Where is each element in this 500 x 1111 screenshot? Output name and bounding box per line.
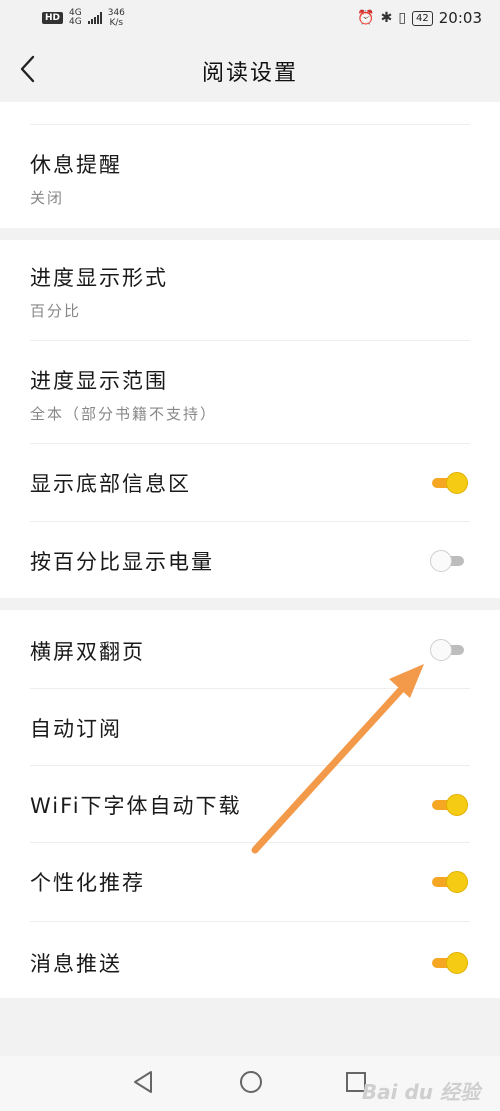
wifi-font-download-toggle[interactable] [430, 793, 468, 817]
system-nav-bar: Bai du 经验 [0, 1056, 500, 1111]
clock: 20:03 [438, 9, 482, 27]
app-header: 阅读设置 [0, 36, 500, 102]
network-type: 4G 4G [69, 8, 82, 27]
alarm-icon: ⏰ [357, 10, 375, 26]
toggle-knob [446, 794, 468, 816]
setting-show-footer[interactable]: 显示底部信息区 [0, 444, 500, 520]
setting-label: 个性化推荐 [30, 871, 145, 895]
personalized-toggle[interactable] [430, 870, 468, 894]
nav-back-icon[interactable] [132, 1070, 154, 1094]
setting-landscape-double[interactable]: 横屏双翻页 [0, 610, 500, 688]
setting-label: 休息提醒 [30, 153, 122, 177]
setting-value: 全本（部分书籍不支持） [30, 405, 218, 423]
signal-icon [87, 12, 102, 24]
setting-label: 按百分比显示电量 [30, 550, 214, 574]
landscape-double-toggle[interactable] [430, 638, 468, 662]
show-footer-toggle[interactable] [430, 471, 468, 495]
nav-home-icon[interactable] [239, 1070, 263, 1094]
setting-push[interactable]: 消息推送 [0, 922, 500, 998]
network-speed: 346 K/s [107, 8, 125, 28]
hd-badge: HD [42, 12, 64, 24]
setting-rest-reminder[interactable]: 休息提醒 关闭 [0, 125, 500, 228]
settings-group-1: 休息提醒 关闭 [0, 102, 500, 228]
setting-progress-format[interactable]: 进度显示形式 百分比 [0, 240, 500, 340]
setting-progress-range[interactable]: 进度显示范围 全本（部分书籍不支持） [0, 341, 500, 443]
toggle-knob [430, 639, 452, 661]
toggle-knob [446, 871, 468, 893]
toggle-knob [430, 550, 452, 572]
setting-wifi-font-download[interactable]: WiFi下字体自动下载 [0, 766, 500, 842]
baidu-watermark: Bai du 经验 [361, 1080, 480, 1104]
battery-percent-toggle[interactable] [430, 549, 468, 573]
setting-personalized[interactable]: 个性化推荐 [0, 843, 500, 921]
setting-auto-subscribe[interactable]: 自动订阅 [0, 689, 500, 765]
setting-value: 百分比 [30, 302, 82, 320]
setting-label: 进度显示范围 [30, 369, 168, 393]
setting-label: 横屏双翻页 [30, 640, 145, 664]
setting-label: WiFi下字体自动下载 [30, 794, 242, 818]
settings-group-3: 横屏双翻页 自动订阅 WiFi下字体自动下载 个性化推荐 消息推送 [0, 610, 500, 998]
toggle-knob [446, 472, 468, 494]
bluetooth-icon: ✱ [380, 10, 393, 26]
setting-label: 消息推送 [30, 952, 122, 976]
page-title: 阅读设置 [201, 61, 298, 86]
settings-group-2: 进度显示形式 百分比 进度显示范围 全本（部分书籍不支持） 显示底部信息区 按百… [0, 240, 500, 598]
setting-value: 关闭 [30, 189, 65, 207]
setting-battery-percent[interactable]: 按百分比显示电量 [0, 522, 500, 598]
setting-label: 自动订阅 [30, 717, 122, 741]
battery-icon: 42 [412, 10, 433, 26]
push-toggle[interactable] [430, 951, 468, 975]
toggle-knob [446, 952, 468, 974]
status-bar: HD 4G 4G 346 K/s ⏰ ✱ ▯ 42 20:03 [0, 0, 500, 36]
setting-label: 进度显示形式 [30, 266, 168, 290]
vibrate-icon: ▯ [398, 10, 407, 26]
setting-label: 显示底部信息区 [30, 472, 191, 496]
